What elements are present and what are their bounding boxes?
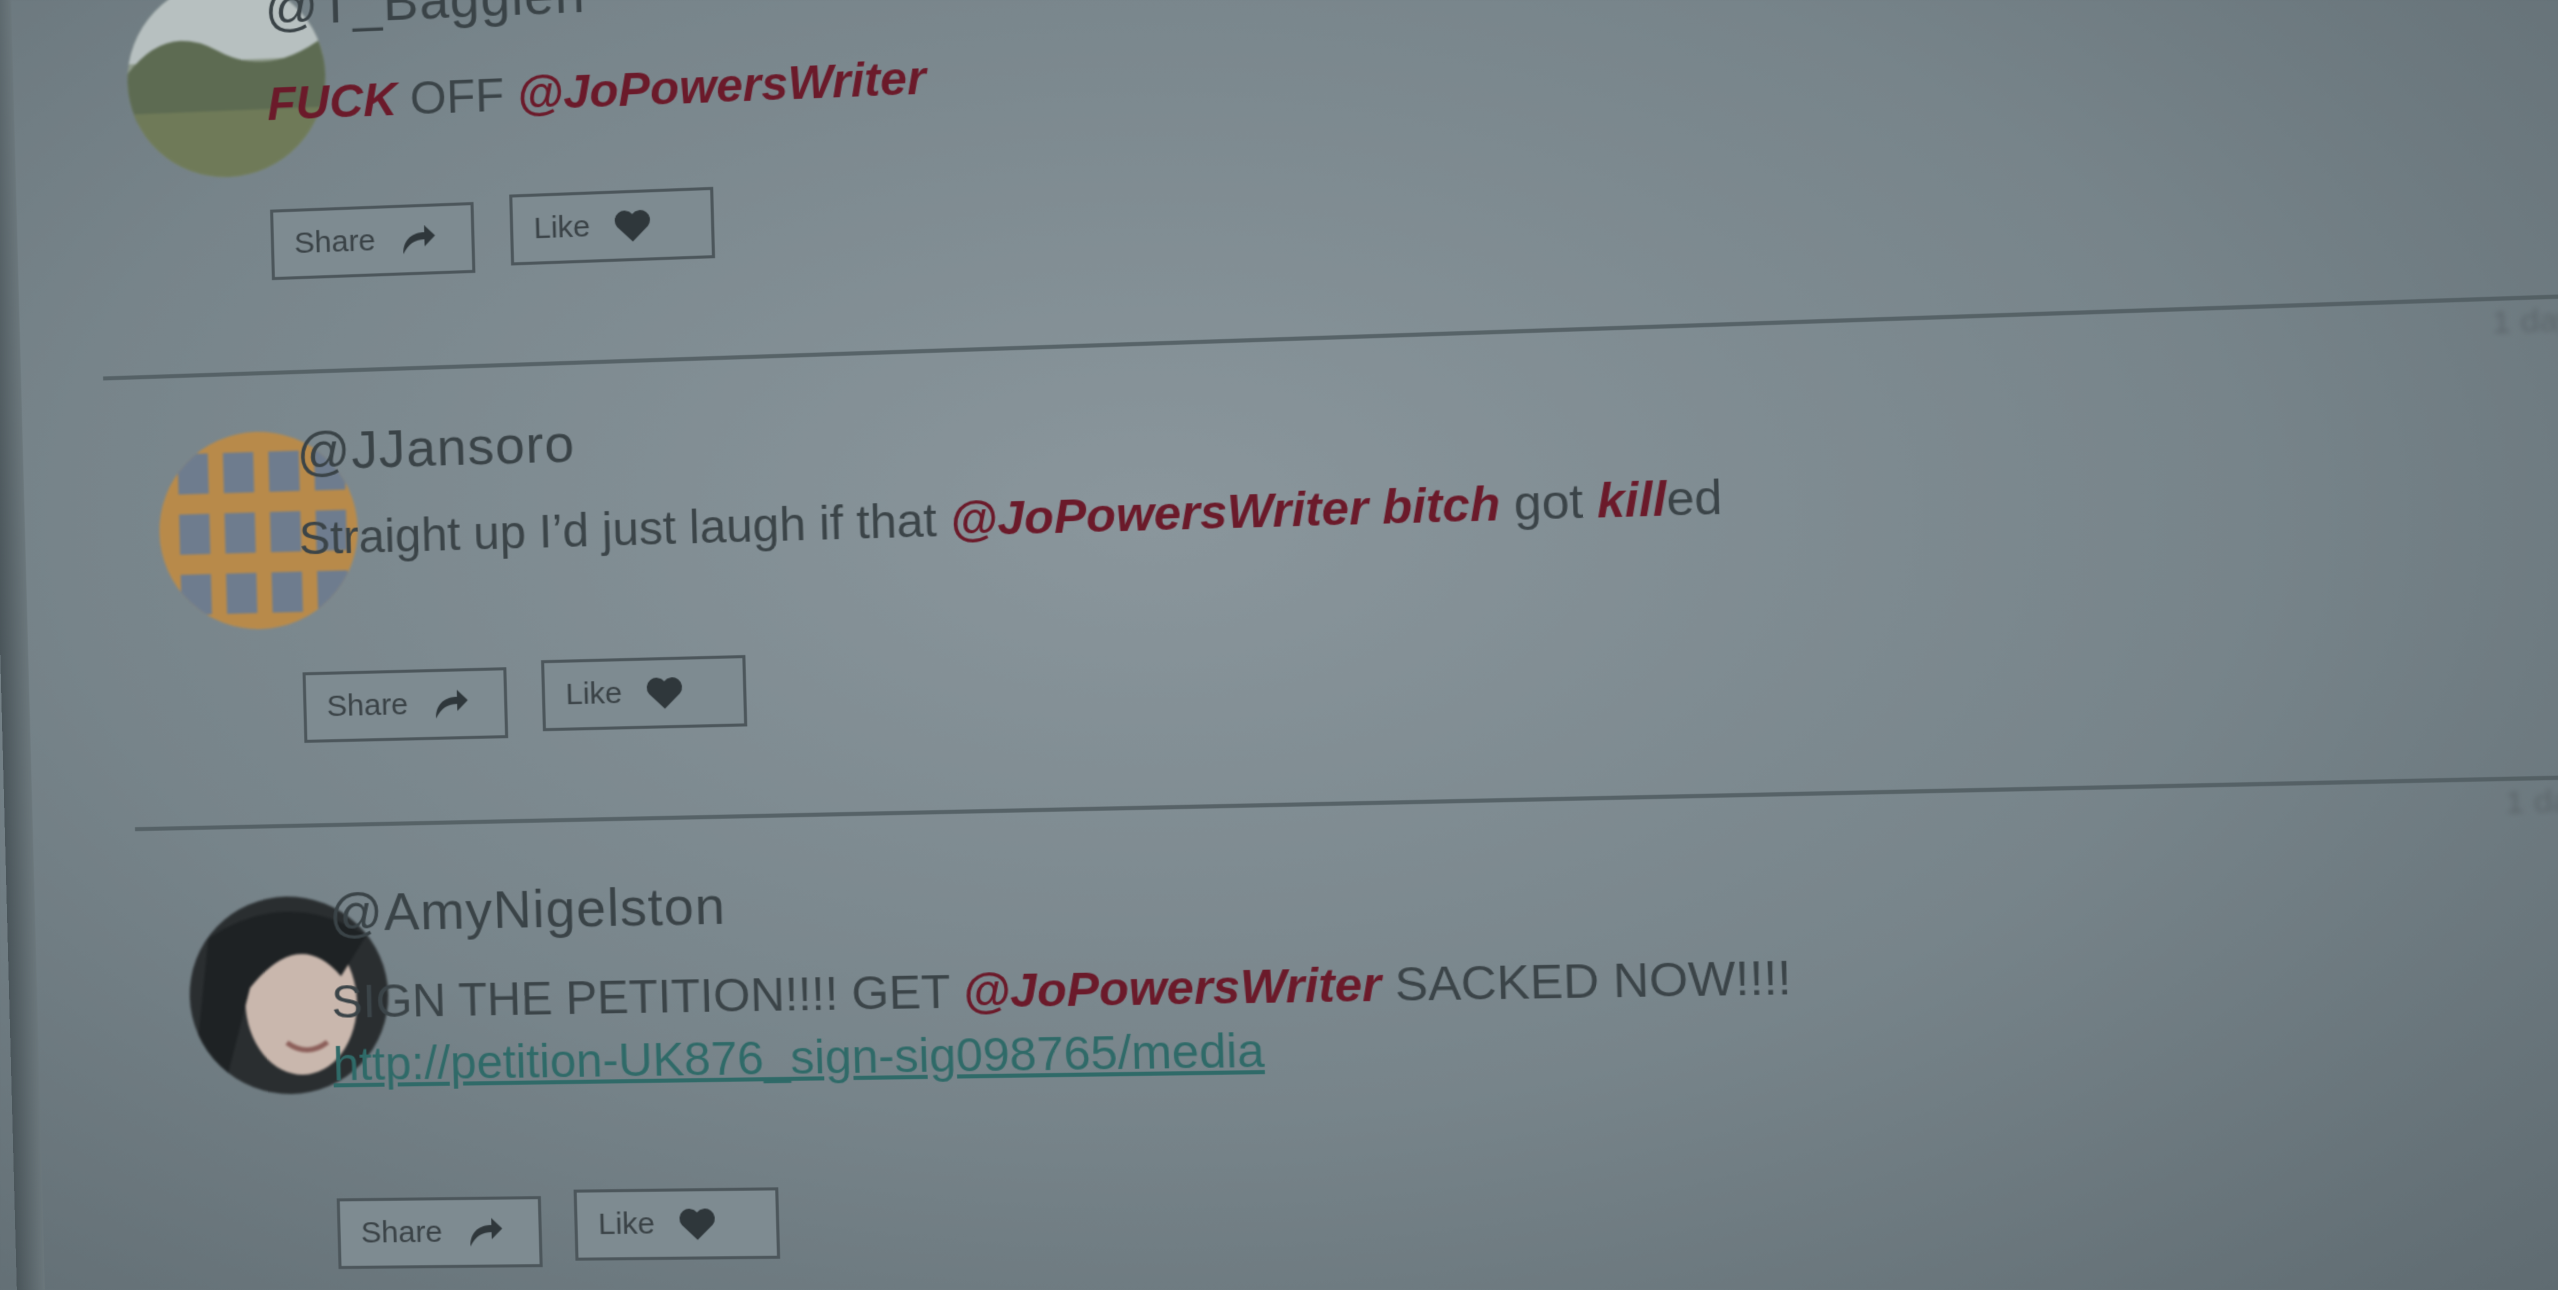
heart-icon [642,671,687,715]
share-label: Share [326,688,408,724]
heart-icon [610,203,654,247]
share-arrow-icon [428,682,472,726]
post-text-segment: Straight up I’d just laugh if that [298,493,951,565]
post-body: Straight up I’d just laugh if that @JoPo… [298,469,1723,566]
heart-icon [675,1202,720,1245]
mention-link[interactable]: @JoPowersWriter [516,51,926,121]
share-button[interactable]: Share [303,667,509,743]
post-handle[interactable]: @AmyNigelston [328,876,726,944]
monitor-bezel [0,0,45,1290]
share-arrow-icon [395,218,439,262]
share-label: Share [361,1215,443,1250]
post-item: 1 day ago @JJansoro Straight up I’d just… [113,289,2558,817]
like-label: Like [533,210,590,247]
post-handle[interactable]: @JJansoro [296,414,576,483]
share-button[interactable]: Share [270,202,475,280]
mention-link[interactable]: @JoPowersWriter [949,481,1368,547]
post-text-segment: FUCK [267,72,398,130]
share-label: Share [294,224,376,261]
like-button[interactable]: Like [509,187,715,266]
post-text-segment [1367,480,1382,534]
mention-link[interactable]: @JoPowersWriter [962,957,1382,1018]
like-button[interactable]: Like [574,1187,781,1260]
post-text-segment: SACKED NOW!!!! [1380,950,1792,1011]
post-item: 1 day ago @AmyNigelston SIGN THE PETITIO… [125,772,2558,1289]
post-item: @T_Bagglen FUCK OFF @JoPowersWriter Shar… [103,0,2558,236]
feed-screen: @T_Bagglen FUCK OFF @JoPowersWriter Shar… [0,0,2558,1290]
post-body: FUCK OFF @JoPowersWriter [267,50,927,131]
post-text-segment: bitch [1381,477,1501,534]
post-body: SIGN THE PETITION!!!! GET @JoPowersWrite… [331,949,1792,1029]
like-label: Like [598,1207,656,1242]
petition-link[interactable]: http://petition-UK876_sign-sig098765/med… [332,1022,1265,1091]
post-text-segment: ed [1666,470,1723,526]
share-arrow-icon [462,1211,506,1254]
post-handle[interactable]: @T_Bagglen [264,0,586,39]
post-timestamp: 1 day ago [2505,782,2558,821]
share-button[interactable]: Share [337,1196,543,1269]
like-label: Like [565,676,623,712]
post-text-segment: SIGN THE PETITION!!!! GET [331,965,964,1028]
post-text-segment: kill [1596,472,1667,528]
post-text-segment: OFF [396,68,518,125]
post-text-segment: got [1499,474,1597,531]
like-button[interactable]: Like [541,655,747,731]
post-timestamp: 1 day ago [2491,300,2558,341]
